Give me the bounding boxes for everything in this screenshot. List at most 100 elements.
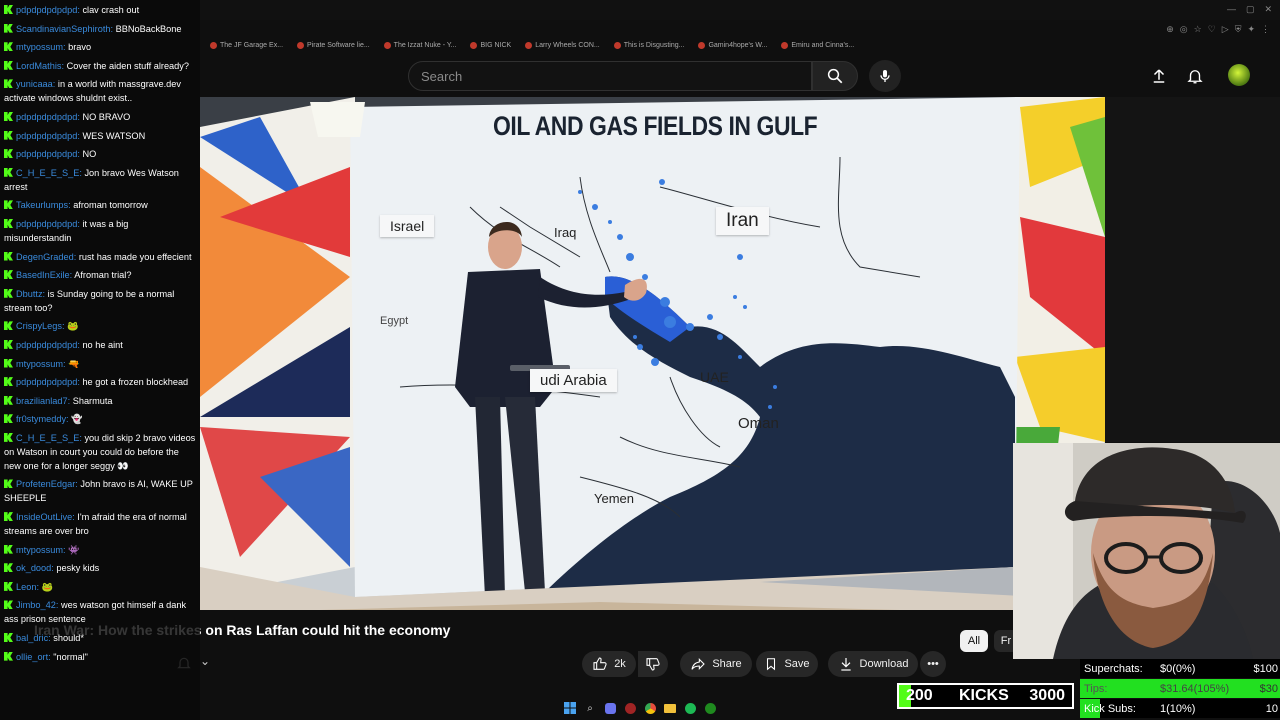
maximize-icon[interactable]: ▢ (1246, 4, 1255, 15)
chat-username[interactable]: pdpdpdpdpdpd: (16, 112, 80, 122)
chat-username[interactable]: C_H_E_E_S_E: (16, 168, 82, 178)
chat-username[interactable]: InsideOutLive: (16, 512, 75, 522)
heart-icon[interactable]: ♡ (1208, 24, 1216, 35)
like-button[interactable]: 2k (582, 651, 636, 677)
kick-badge-icon (4, 395, 13, 405)
chat-text: WES WATSON (82, 130, 146, 141)
bookmarks-bar: The JF Garage Ex... Pirate Software lie.… (200, 38, 1280, 52)
chat-username[interactable]: C_H_E_E_S_E: (16, 433, 82, 443)
chat-username[interactable]: CrispyLegs: (16, 321, 65, 331)
chat-username[interactable]: pdpdpdpdpdpd: (16, 149, 80, 159)
tips-goal: $30 (1259, 682, 1278, 695)
bookmark-item[interactable]: Pirate Software lie... (297, 41, 370, 49)
record-icon[interactable] (623, 701, 637, 715)
window-controls: — ▢ ✕ (1227, 4, 1272, 15)
chip-all[interactable]: All (960, 630, 988, 652)
search-input[interactable]: Search (408, 61, 812, 91)
close-icon[interactable]: ✕ (1264, 4, 1272, 15)
search-button[interactable] (812, 61, 858, 91)
bookmark-item[interactable]: The JF Garage Ex... (210, 41, 283, 49)
chat-text: BBNoBackBone (115, 23, 182, 34)
bookmark-item[interactable]: BIG NICK (470, 41, 511, 49)
menu-icon[interactable]: ⋮ (1261, 24, 1270, 35)
account-avatar[interactable] (1228, 64, 1250, 86)
chat-username[interactable]: LordMathis: (16, 61, 64, 71)
spotify-icon[interactable] (683, 701, 697, 715)
map-label-saudi-arabia: udi Arabia (530, 369, 617, 392)
chat-username[interactable]: Leon: (16, 582, 39, 592)
chat-username[interactable]: pdpdpdpdpdpd: (16, 5, 80, 15)
chat-message: DegenGraded: rust has made you effecient (4, 250, 196, 264)
minimize-icon[interactable]: — (1227, 4, 1236, 15)
browser-icon[interactable] (643, 701, 657, 715)
chat-username[interactable]: ok_dood: (16, 563, 54, 573)
chat-message: pdpdpdpdpdpd: it was a big misunderstand… (4, 217, 196, 245)
chat-message: InsideOutLive: I'm afraid the era of nor… (4, 510, 196, 538)
puzzle-icon[interactable]: ✦ (1247, 24, 1255, 35)
shield-icon[interactable]: ⛨ (1235, 24, 1242, 35)
search-icon[interactable]: ⌕ (583, 701, 597, 715)
more-actions-button[interactable]: ••• (920, 651, 946, 677)
chat-username[interactable]: ScandinavianSephiroth: (16, 24, 113, 34)
chat-username[interactable]: mtypossum: (16, 42, 66, 52)
chat-username[interactable]: pdpdpdpdpdpd: (16, 131, 80, 141)
bookmark-item[interactable]: The Izzat Nuke - Y... (383, 41, 456, 49)
chat-username[interactable]: pdpdpdpdpdpd: (16, 340, 80, 350)
folder-icon[interactable] (663, 701, 677, 715)
extension-icon[interactable]: ◎ (1180, 24, 1188, 35)
play-icon[interactable]: ▷ (1222, 24, 1229, 35)
bookmark-item[interactable]: Larry Wheels CON... (525, 41, 600, 49)
chat-username[interactable]: ollie_ort: (16, 652, 51, 662)
chat-message: brazilianlad7: Sharmuta (4, 394, 196, 408)
chat-username[interactable]: brazilianlad7: (16, 396, 70, 406)
bookmark-item[interactable]: This is Disgusting... (613, 41, 684, 49)
notifications-button[interactable] (1184, 65, 1206, 87)
kick-badge-icon (4, 633, 13, 643)
kick-badge-icon (4, 130, 13, 140)
chat-message: pdpdpdpdpdpd: NO (4, 147, 196, 161)
chat-message: BasedInExile: Afroman trial? (4, 268, 196, 282)
webcam-overlay (1013, 443, 1280, 659)
voice-search-button[interactable] (869, 60, 901, 92)
kick-subs-label: Kick Subs: (1084, 702, 1136, 715)
chat-username[interactable]: yunicaaa: (16, 79, 55, 89)
discord-icon[interactable] (603, 701, 617, 715)
chat-text: Afroman trial? (74, 270, 132, 281)
chat-username[interactable]: ProfetenEdgar: (16, 479, 78, 489)
chat-username[interactable]: Takeurlumps: (16, 200, 71, 210)
chat-username[interactable]: pdpdpdpdpdpd: (16, 377, 80, 387)
search-icon (827, 68, 843, 84)
bookmark-favicon-icon (698, 41, 706, 49)
chat-username[interactable]: pdpdpdpdpdpd: (16, 219, 80, 229)
chat-username[interactable]: mtypossum: (16, 359, 66, 369)
windows-start-icon[interactable] (563, 701, 577, 715)
chip-all-label: All (967, 635, 981, 647)
upload-button[interactable] (1148, 65, 1170, 87)
kick-badge-icon (4, 377, 13, 387)
chat-username[interactable]: DegenGraded: (16, 252, 76, 262)
extension-icons: ⊕ ◎ ☆ ♡ ▷ ⛨ ✦ ⋮ (1166, 24, 1270, 35)
chat-username[interactable]: BasedInExile: (16, 270, 72, 280)
xbox-icon[interactable] (703, 701, 717, 715)
kick-badge-icon (4, 111, 13, 121)
map-label-yemen: Yemen (594, 491, 634, 506)
chat-username[interactable]: bal_dric: (16, 633, 51, 643)
video-player[interactable]: OIL AND GAS FIELDS IN GULF Israel Iraq I… (200, 97, 1105, 610)
chat-message: pdpdpdpdpdpd: no he aint (4, 338, 196, 352)
chat-username[interactable]: Dbuttz: (16, 289, 45, 299)
dislike-button[interactable] (638, 651, 668, 677)
save-button[interactable]: Save (756, 651, 818, 677)
bookmark-star-icon[interactable]: ☆ (1194, 24, 1202, 35)
chevron-down-icon[interactable]: ⌄ (200, 654, 210, 668)
share-button[interactable]: Share (680, 651, 752, 677)
chat-text: clav crash out (82, 5, 140, 15)
tips-label: Tips: (1084, 682, 1108, 695)
download-button[interactable]: Download (828, 651, 918, 677)
map-label-egypt: Egypt (380, 315, 409, 327)
chat-username[interactable]: fr0stymeddy: (16, 414, 69, 424)
chat-username[interactable]: Jimbo_42: (16, 600, 58, 610)
zoom-icon[interactable]: ⊕ (1166, 24, 1174, 35)
bookmark-item[interactable]: Gamin4hope's W... (698, 41, 767, 49)
chat-username[interactable]: mtypossum: (16, 545, 66, 555)
bookmark-item[interactable]: Emiru and Cinna's... (781, 41, 854, 49)
